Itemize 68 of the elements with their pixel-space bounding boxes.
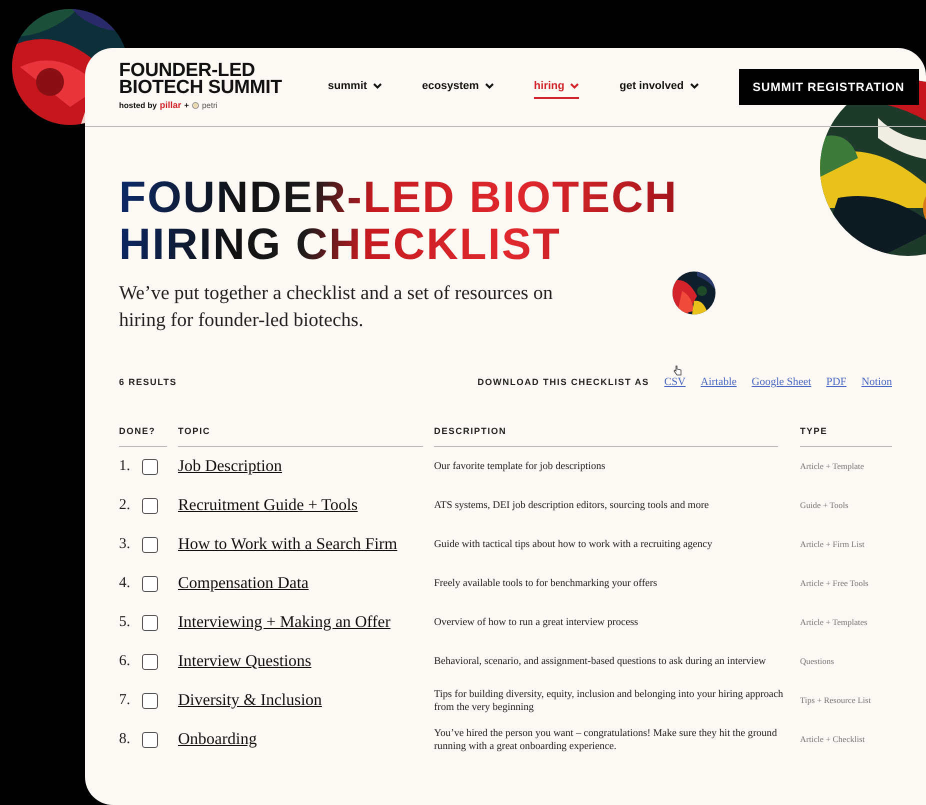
nav-link[interactable]: get involved: [619, 74, 699, 100]
partner-logo: petri: [202, 100, 218, 112]
checkbox[interactable]: [142, 732, 158, 748]
nav-link[interactable]: summit: [328, 74, 382, 100]
checkbox[interactable]: [142, 576, 158, 592]
topic-link[interactable]: Diversity & Inclusion: [178, 688, 322, 713]
chevron-down-icon: [484, 83, 494, 89]
topic-link[interactable]: How to Work with a Search Firm: [178, 532, 398, 557]
nav-link[interactable]: hiring: [534, 74, 580, 100]
description-text: Freely available tools to for benchmarking your offers: [434, 577, 658, 590]
download-link[interactable]: CSV: [664, 374, 686, 390]
checkbox[interactable]: [142, 614, 158, 630]
column-header: DONE?: [119, 424, 167, 447]
checkbox[interactable]: [142, 536, 158, 552]
nav-link[interactable]: ecosystem: [422, 74, 494, 100]
topic-link[interactable]: Interview Questions: [178, 649, 312, 674]
description-text: Our favorite template for job descriptions: [434, 460, 606, 473]
intro-text: We’ve put together a checklist and a set of resources on hiring for founder-led biotechs.: [119, 282, 554, 333]
download-link[interactable]: Google Sheet: [752, 374, 812, 390]
row-number: 3.: [119, 535, 132, 554]
topic-link[interactable]: Compensation Data: [178, 571, 309, 596]
logo-text: FOUNDER-LED BIOTECH SUMMIT: [119, 62, 282, 96]
description-text: Guide with tactical tips about how to work with a recruiting agency: [434, 538, 712, 551]
type-label: Questions: [800, 655, 834, 668]
chevron-down-icon: [570, 83, 580, 89]
column-header: TOPIC: [178, 424, 423, 447]
type-label: Article + Templates: [800, 616, 868, 629]
row-number: 6.: [119, 652, 132, 672]
description-text: ATS systems, DEI job description editors, sourcing tools and more: [434, 499, 709, 512]
description-text: You’ve hired the person you want – congratulations! Make sure they hit the ground running with a great onboarding experience.: [434, 726, 778, 752]
topic-link[interactable]: Recruitment Guide + Tools: [178, 493, 358, 518]
type-label: Guide + Tools: [800, 499, 848, 512]
download-link[interactable]: PDF: [826, 374, 846, 390]
topic-link[interactable]: Onboarding: [178, 727, 257, 752]
registration-button[interactable]: SUMMIT REGISTRATION: [738, 69, 919, 105]
download-link[interactable]: Notion: [861, 374, 892, 390]
row-number: 1.: [119, 457, 132, 476]
description-text: Overview of how to run a great interview process: [434, 616, 638, 629]
type-label: Article + Checklist: [800, 733, 865, 746]
topic-link[interactable]: Job Description: [178, 454, 282, 479]
download-link[interactable]: Airtable: [700, 374, 737, 390]
topic-link[interactable]: Interviewing + Making an Offer: [178, 610, 390, 635]
plus-sign: +: [184, 100, 189, 112]
download-label: DOWNLOAD THIS CHECKLIST AS: [478, 376, 650, 388]
type-label: Tips + Resource List: [800, 694, 871, 707]
row-number: 2.: [119, 496, 132, 516]
chevron-down-icon: [373, 83, 382, 89]
type-label: Article + Template: [800, 460, 864, 473]
type-label: Article + Free Tools: [800, 577, 868, 590]
checkbox[interactable]: [142, 498, 158, 514]
column-header: DESCRIPTION: [434, 424, 778, 447]
row-number: 7.: [119, 691, 132, 710]
description-text: Behavioral, scenario, and assignment-based questions to ask during an interview: [434, 655, 766, 668]
checkbox[interactable]: [142, 654, 158, 670]
dish-icon: [192, 102, 199, 109]
row-number: 5.: [119, 613, 132, 632]
results-count: 6 RESULTS: [119, 376, 177, 388]
hand-cursor-icon: [673, 365, 682, 376]
hosted-by-label: hosted by: [119, 100, 157, 112]
type-label: Article + Firm List: [800, 538, 865, 551]
description-text: Tips for building diversity, equity, inclusion and belonging into your hiring approach from the very beginning: [434, 688, 784, 714]
checkbox[interactable]: [142, 692, 158, 708]
row-number: 8.: [119, 730, 132, 750]
checkbox[interactable]: [142, 458, 158, 474]
partner-logo: pillar: [160, 98, 182, 112]
column-header: TYPE: [800, 424, 892, 447]
row-number: 4.: [119, 574, 132, 594]
chevron-down-icon: [690, 83, 699, 89]
